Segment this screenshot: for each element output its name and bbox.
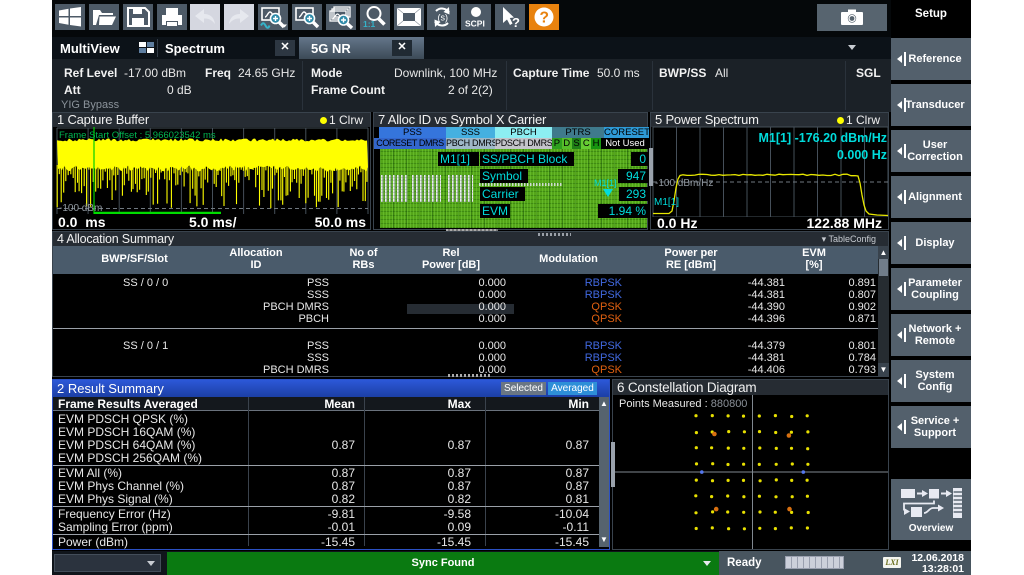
svg-text:M1[1]: M1[1] xyxy=(654,197,679,208)
svg-text:1:1: 1:1 xyxy=(363,19,376,29)
svg-text:-100 dBm/Hz: -100 dBm/Hz xyxy=(655,178,713,189)
svg-text:0.000 Hz: 0.000 Hz xyxy=(837,148,887,162)
svg-text:?: ? xyxy=(539,10,548,27)
svg-text:?: ? xyxy=(512,15,520,30)
svg-text:SCPI: SCPI xyxy=(465,19,485,29)
svg-text:Frame Start Offset : 5.9660235: Frame Start Offset : 5.966023542 ms xyxy=(59,130,216,141)
svg-text:(s): (s) xyxy=(438,13,449,23)
svg-text:M1[1] -176.20 dBm/Hz: M1[1] -176.20 dBm/Hz xyxy=(758,131,887,145)
svg-text:-100 dBm: -100 dBm xyxy=(59,203,102,214)
svg-text:Points Measured : 880800: Points Measured : 880800 xyxy=(619,398,747,410)
